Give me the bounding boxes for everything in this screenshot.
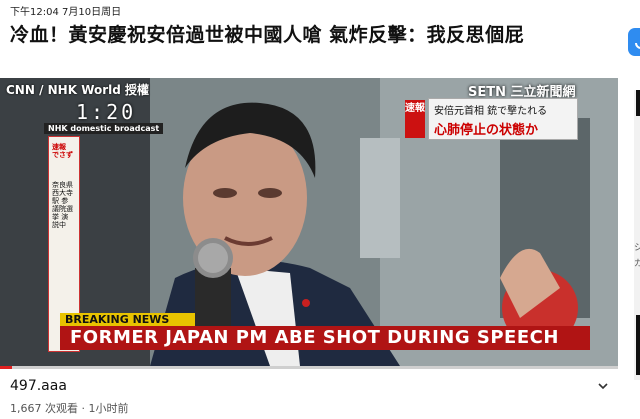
side-caption-body: 奈良県 西大寺駅 参議院選挙 演説中 [52,181,73,229]
edge-divider [636,315,640,375]
broadcast-source: CNN / NHK World 授權 [6,83,150,97]
chevron-down-icon [598,383,608,390]
news-headline: FORMER JAPAN PM ABE SHOT DURING SPEECH [60,326,590,350]
upload-age: 1小时前 [88,402,129,415]
meta-separator: · [81,402,86,415]
status-date: 7月10日周日 [62,7,122,18]
adjacent-panel-edge: ジ ガ [634,90,640,380]
video-meta: 1,667 次观看 · 1小时前 [10,400,129,416]
video-title: 冷血！黃安慶祝安倍過世被中國人嗆 氣炸反擊：我反思個屁 [10,24,525,46]
video-progress-bar[interactable] [0,366,618,369]
nhk-label: NHK domestic broadcast [44,123,164,134]
alert-line-1: 安倍元首相 銃で撃たれる [434,106,548,117]
alert-box: 安倍元首相 銃で撃たれる 心肺停止の状態か [428,98,578,140]
status-time: 下午12:04 [10,7,59,18]
share-icon [635,43,640,49]
expand-description-button[interactable] [596,378,610,392]
edge-divider [636,90,640,116]
breaking-news-label: BREAKING NEWS [60,313,195,327]
edge-glyph: ジ [634,243,640,253]
share-button[interactable] [628,28,640,56]
broadcast-clock: 1:20 [76,100,137,124]
view-count: 1,667 次观看 [10,402,78,415]
progress-fill [0,366,13,369]
side-caption-title: 速報 でさず [52,143,73,159]
alert-line-2: 心肺停止の状態か [434,123,539,138]
alert-tag: 速報 [405,100,425,138]
video-player[interactable]: CNN / NHK World 授權 1:20 NHK domestic bro… [0,78,618,366]
edge-glyph: ガ [634,259,640,269]
status-bar: 下午12:04 7月10日周日 [0,0,640,18]
channel-name[interactable]: 497.aaa [10,378,67,394]
